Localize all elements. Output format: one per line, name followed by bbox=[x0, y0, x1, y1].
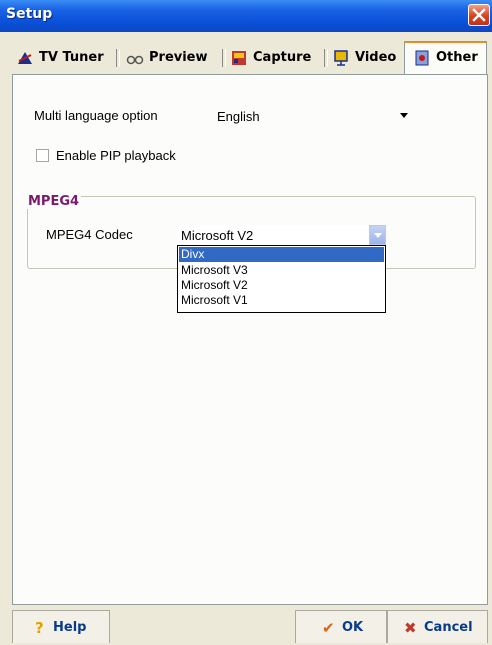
codec-option-microsoft-v2[interactable]: Microsoft V2 bbox=[179, 278, 384, 293]
setup-window: Setup TV Tuner Preview Capture Video Oth… bbox=[0, 0, 492, 645]
codec-dropdown-list: Divx Microsoft V3 Microsoft V2 Microsoft… bbox=[177, 245, 386, 313]
codec-dropdown-button[interactable] bbox=[369, 225, 386, 245]
chevron-down-icon bbox=[400, 113, 408, 118]
tab-label: TV Tuner bbox=[39, 50, 104, 65]
tab-panel-other: Multi language option English Enable PIP… bbox=[12, 74, 488, 605]
pip-label: Enable PIP playback bbox=[56, 148, 176, 163]
monitor-icon bbox=[334, 49, 348, 66]
help-button[interactable]: ? Help bbox=[12, 610, 110, 643]
chevron-down-icon bbox=[374, 233, 382, 238]
mpeg4-group-title: MPEG4 bbox=[26, 194, 82, 209]
title-bar[interactable]: Setup bbox=[0, 0, 492, 32]
tab-divider bbox=[324, 49, 328, 67]
codec-option-microsoft-v1[interactable]: Microsoft V1 bbox=[179, 293, 384, 308]
tab-divider bbox=[116, 49, 120, 67]
close-icon bbox=[472, 8, 486, 22]
tab-video[interactable]: Video bbox=[332, 43, 396, 73]
cancel-icon: ✖ bbox=[404, 619, 417, 637]
checkmark-icon: ✔ bbox=[322, 619, 335, 637]
codec-select[interactable]: Microsoft V2 bbox=[177, 225, 386, 245]
button-bar: ? Help ✔ OK ✖ Cancel bbox=[0, 605, 492, 645]
close-button[interactable] bbox=[468, 4, 490, 26]
ok-label: OK bbox=[342, 620, 364, 635]
window-title: Setup bbox=[6, 6, 53, 22]
tab-label: Video bbox=[355, 50, 397, 65]
settings-icon bbox=[415, 50, 429, 65]
help-label: Help bbox=[53, 620, 87, 635]
pip-checkbox[interactable] bbox=[36, 149, 49, 162]
tab-tv-tuner[interactable]: TV Tuner bbox=[16, 43, 104, 73]
cancel-button[interactable]: ✖ Cancel bbox=[387, 610, 488, 643]
cancel-label: Cancel bbox=[424, 620, 473, 635]
language-value: English bbox=[217, 109, 260, 124]
tab-strip: TV Tuner Preview Capture Video Other bbox=[4, 41, 488, 74]
glasses-icon bbox=[126, 55, 144, 64]
codec-label: MPEG4 Codec bbox=[46, 227, 133, 242]
capture-icon bbox=[232, 50, 246, 65]
language-select[interactable]: English bbox=[213, 106, 413, 126]
tab-label: Other bbox=[436, 50, 478, 65]
tab-other[interactable]: Other bbox=[404, 41, 487, 74]
codec-option-microsoft-v3[interactable]: Microsoft V3 bbox=[179, 263, 384, 278]
satellite-dish-icon bbox=[18, 51, 32, 64]
codec-option-divx[interactable]: Divx bbox=[179, 247, 384, 262]
tab-label: Preview bbox=[149, 50, 208, 65]
tab-preview[interactable]: Preview bbox=[126, 43, 208, 73]
codec-value: Microsoft V2 bbox=[181, 228, 254, 243]
tab-capture[interactable]: Capture bbox=[230, 43, 311, 73]
help-icon: ? bbox=[35, 619, 44, 637]
ok-button[interactable]: ✔ OK bbox=[295, 610, 387, 643]
tab-label: Capture bbox=[253, 50, 312, 65]
language-label: Multi language option bbox=[34, 108, 158, 123]
tab-divider bbox=[222, 49, 226, 67]
